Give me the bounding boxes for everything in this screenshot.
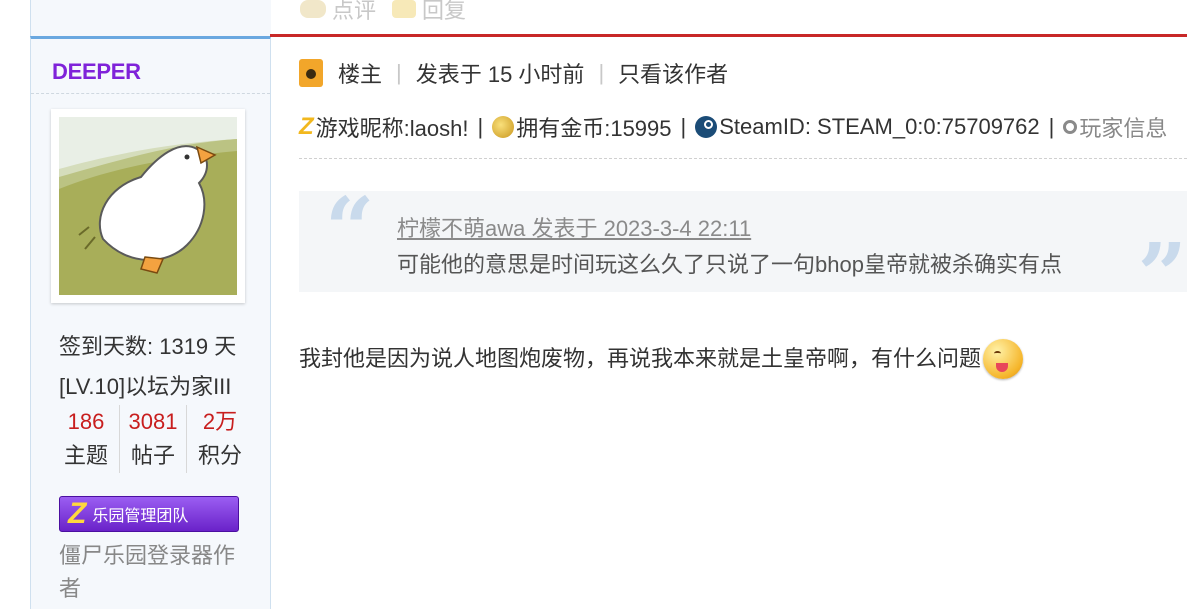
comment-label: 点评 xyxy=(332,0,377,23)
author-sidebar: DEEPER 签到天数: 1319 天 [LV.10]以坛为家III 186 主… xyxy=(30,36,271,609)
count-posts-num: 3081 xyxy=(128,409,178,434)
quote-block: “ 柠檬不萌awa 发表于 2023-3-4 22:11 可能他的意思是时间玩这… xyxy=(299,187,1187,319)
avatar[interactable] xyxy=(51,109,245,303)
player-info-link[interactable]: 玩家信息 xyxy=(1079,111,1167,143)
count-posts-label: 帖子 xyxy=(130,443,175,468)
steam-icon xyxy=(695,116,718,138)
search-icon xyxy=(1063,120,1078,134)
z-icon: Z xyxy=(299,113,314,140)
author-counts: 186 主题 3081 帖子 2万 积分 xyxy=(53,405,253,473)
divider xyxy=(299,158,1187,159)
count-credits-num: 2万 xyxy=(202,409,238,434)
count-credits[interactable]: 2万 积分 xyxy=(186,405,253,473)
quote-text: 可能他的意思是时间玩这么久了只说了一句bhop皇帝就被杀确实有点 xyxy=(397,252,1062,277)
separator: | xyxy=(598,60,605,85)
comment-icon xyxy=(300,0,326,18)
count-posts[interactable]: 3081 帖子 xyxy=(119,405,186,473)
count-threads-num: 186 xyxy=(67,409,105,434)
post-header: 楼主 | 发表于 15 小时前 | 只看该作者 xyxy=(299,57,728,89)
separator: | xyxy=(396,60,402,85)
floor-label: 楼主 xyxy=(338,62,383,87)
floor-icon xyxy=(299,59,323,87)
count-threads-label: 主题 xyxy=(63,443,108,468)
admin-team-badge[interactable]: Z 乐园管理团队 xyxy=(59,496,239,532)
close-quote-icon: ” xyxy=(1137,225,1187,326)
comment-action[interactable]: 点评 xyxy=(300,0,376,25)
duck-avatar-image xyxy=(59,117,237,295)
open-quote-icon: “ xyxy=(325,179,375,280)
gold-count: 拥有金币:15995 xyxy=(516,116,672,141)
game-nickname: 游戏昵称:laosh! xyxy=(315,116,469,141)
separator: | xyxy=(477,114,484,139)
count-credits-label: 积分 xyxy=(197,443,242,468)
steam-id: SteamID: STEAM_0:0:75709762 xyxy=(719,114,1040,139)
reply-content: 我封他是因为说人地图炮废物，再说我本来就是土皇帝啊，有什么问题 xyxy=(299,339,1024,379)
quote-source-link[interactable]: 柠檬不萌awa 发表于 2023-3-4 22:11 xyxy=(397,211,751,243)
separator: | xyxy=(1048,114,1055,139)
divider xyxy=(31,93,270,94)
author-only-link[interactable]: 只看该作者 xyxy=(618,57,728,89)
separator: | xyxy=(680,114,687,139)
post-actions: 点评 回复 xyxy=(300,0,466,24)
coin-icon xyxy=(492,116,515,138)
count-threads[interactable]: 186 主题 xyxy=(53,405,119,473)
reply-action[interactable]: 回复 xyxy=(392,0,466,25)
user-level: [LV.10]以坛为家III xyxy=(59,374,232,399)
author-note: 僵尸乐园登录器作者 xyxy=(59,543,236,601)
sidebar-top-strip xyxy=(30,0,271,36)
reply-label: 回复 xyxy=(422,0,467,23)
author-username[interactable]: DEEPER xyxy=(52,59,141,85)
post-time: 发表于 15 小时前 xyxy=(415,62,585,87)
reply-icon xyxy=(392,0,417,18)
smile-emoji-icon xyxy=(983,339,1024,379)
player-info-bar: Z 游戏昵称:laosh! | 拥有金币:15995 | SteamID: ST… xyxy=(299,111,1167,143)
checkin-days: 签到天数: 1319 天 xyxy=(59,334,237,359)
post-main: 楼主 | 发表于 15 小时前 | 只看该作者 Z 游戏昵称:laosh! | … xyxy=(270,34,1187,609)
reply-text: 我封他是因为说人地图炮废物，再说我本来就是土皇帝啊，有什么问题 xyxy=(299,346,982,371)
z-logo-icon: Z xyxy=(68,497,87,530)
badge-label: 乐园管理团队 xyxy=(92,508,189,525)
